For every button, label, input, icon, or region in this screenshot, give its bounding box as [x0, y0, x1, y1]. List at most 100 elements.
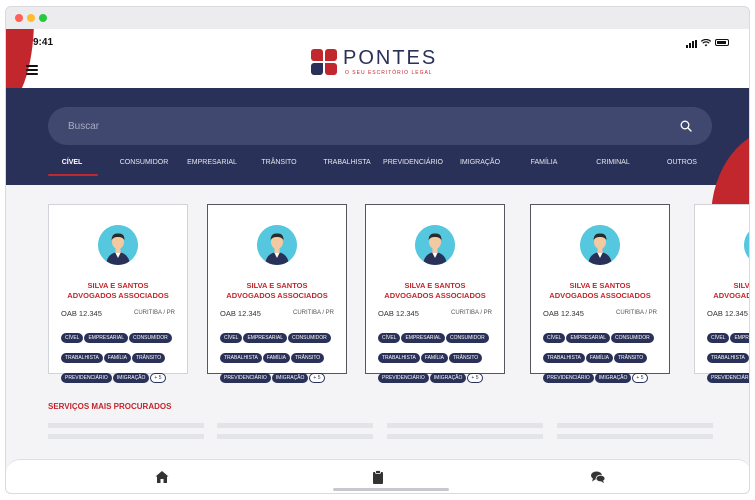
hamburger-menu-icon[interactable]: [26, 65, 38, 75]
lawyer-avatar-icon: [744, 225, 749, 265]
specialty-tag: TRÂNSITO: [291, 353, 325, 363]
lawyer-city: CURITIBA / PR: [450, 310, 492, 316]
specialty-tag: EMPRESARIAL: [566, 333, 611, 343]
specialty-tag: TRÂNSITO: [132, 353, 166, 363]
specialty-tags: CÍVELEMPRESARIALCONSUMIDORTRABALHISTAFAM…: [378, 326, 498, 386]
brand-name: PONTES: [343, 47, 438, 69]
maximize-window-button[interactable]: [39, 14, 47, 22]
tab-outros[interactable]: OUTROS: [667, 159, 697, 166]
skeleton-placeholder: [217, 434, 373, 439]
app-screen: 9:41 PONTES O SEU ESCRITÓRIO LEGAL Busca…: [6, 29, 750, 493]
specialty-tag: IMIGRAÇÃO: [271, 373, 309, 383]
tab-imigracao[interactable]: IMIGRAÇÃO: [460, 159, 500, 166]
window-titlebar: [6, 7, 749, 29]
lawyer-avatar-icon: [415, 225, 455, 265]
lawyer-oab: OAB 12.345: [543, 309, 584, 318]
lawyer-name-line2: ADVOGADOS ASSOCIADOS: [384, 291, 486, 300]
specialty-tag: EMPRESARIAL: [730, 333, 749, 343]
lawyer-avatar-icon: [580, 225, 620, 265]
skeleton-placeholder: [48, 423, 204, 428]
specialty-tag: FAMÍLIA: [585, 353, 613, 363]
specialty-tag: TRABALHISTA: [61, 353, 103, 363]
lawyer-name-line1: SILVA E SANTOS: [246, 281, 308, 290]
specialty-tag: CÍVEL: [61, 333, 84, 343]
specialty-tag: TRÂNSITO: [614, 353, 648, 363]
lawyer-card[interactable]: SILVA E SANTOSADVOGADOS ASSOCIADOS OAB 12…: [207, 204, 347, 383]
specialty-tag: CÍVEL: [707, 333, 730, 343]
lawyer-name-line1: SILVA E SANTOS: [569, 281, 631, 290]
specialty-tags: CÍVELEMPRESARIALCONSUMIDORTRABALHISTAFAM…: [543, 326, 663, 386]
lawyer-card[interactable]: SILVA E SANTOSADVOGADOS ASSOCIADOS OAB 12…: [365, 204, 505, 383]
specialty-tag: IMIGRAÇÃO: [112, 373, 150, 383]
lawyer-name-line2: ADVOGADOS ASSOCIADOS: [713, 291, 749, 300]
close-window-button[interactable]: [15, 14, 23, 22]
skeleton-placeholder: [48, 434, 204, 439]
lawyer-card[interactable]: SILVA E SANTOSADVOGADOS ASSOCIADOS OAB 12…: [530, 204, 670, 383]
lawyer-card[interactable]: SILVA E SANTOSADVOGADOS ASSOCIADOS OAB 12…: [694, 204, 750, 383]
lawyer-oab: OAB 12.345: [220, 309, 261, 318]
specialty-tag: TRABALHISTA: [707, 353, 749, 363]
lawyer-cards-carousel: SILVA E SANTOS ADVOGADOS ASSOCIADOS OAB 12…: [6, 204, 750, 383]
lawyer-oab: OAB 12.345: [707, 309, 748, 318]
status-icons: [685, 37, 729, 48]
specialty-tags: CÍVELEMPRESARIALCONSUMIDORTRABALHISTAFAM…: [707, 326, 749, 386]
more-tags-badge[interactable]: + 5: [632, 373, 648, 383]
lawyer-avatar-icon: [98, 225, 138, 265]
specialty-tag: IMIGRAÇÃO: [429, 373, 467, 383]
status-time: 9:41: [33, 37, 54, 48]
skeleton-placeholder: [387, 434, 543, 439]
lawyer-oab: OAB 12.345: [378, 309, 419, 318]
signal-icon: [685, 38, 698, 48]
brand-logo[interactable]: PONTES O SEU ESCRITÓRIO LEGAL: [311, 47, 456, 77]
lawyer-oab: OAB 12.345: [61, 309, 102, 318]
app-window: 9:41 PONTES O SEU ESCRITÓRIO LEGAL Busca…: [5, 6, 750, 494]
tab-familia[interactable]: FAMÍLIA: [531, 159, 558, 166]
skeleton-placeholder: [557, 423, 713, 428]
lawyer-city: CURITIBA / PR: [292, 310, 334, 316]
specialty-tag: TRÂNSITO: [449, 353, 483, 363]
more-tags-badge[interactable]: + 5: [150, 373, 166, 383]
lawyer-city: CURITIBA / PR: [133, 310, 175, 316]
specialty-tag: CONSUMIDOR: [446, 333, 489, 343]
chat-icon[interactable]: [590, 469, 606, 485]
search-bar[interactable]: [48, 107, 712, 145]
app-header: 9:41 PONTES O SEU ESCRITÓRIO LEGAL: [6, 29, 749, 109]
specialty-tag: TRABALHISTA: [543, 353, 585, 363]
search-icon[interactable]: [680, 120, 692, 132]
more-tags-badge[interactable]: + 5: [467, 373, 483, 383]
specialty-tag: CONSUMIDOR: [129, 333, 172, 343]
lawyer-name-line2: ADVOGADOS ASSOCIADOS: [226, 291, 328, 300]
wifi-icon: [701, 38, 712, 47]
tab-trabalhista[interactable]: TRABALHISTA: [323, 159, 370, 166]
tab-transito[interactable]: TRÂNSITO: [261, 159, 296, 166]
category-tabs: CÍVEL CONSUMIDOR EMPRESARIAL TRÂNSITO TR…: [6, 159, 749, 179]
more-tags-badge[interactable]: + 5: [309, 373, 325, 383]
specialty-tag: TRABALHISTA: [220, 353, 262, 363]
lawyer-name-line1: SILVA E SANTOS: [733, 281, 750, 290]
specialty-tag: FAMÍLIA: [103, 353, 131, 363]
specialty-tag: FAMÍLIA: [262, 353, 290, 363]
lawyer-card[interactable]: SILVA E SANTOSADVOGADOS ASSOCIADOS OAB 12…: [48, 204, 188, 383]
specialty-tag: CONSUMIDOR: [611, 333, 654, 343]
lawyer-city: CURITIBA / PR: [615, 310, 657, 316]
search-banner: CÍVEL CONSUMIDOR EMPRESARIAL TRÂNSITO TR…: [6, 88, 749, 218]
lawyer-avatar-icon: [257, 225, 297, 265]
section-title: SERVIÇOS MAIS PROCURADOS: [48, 402, 172, 411]
tab-empresarial[interactable]: EMPRESARIAL: [187, 159, 237, 166]
lawyer-name: SILVA E SANTOSADVOGADOS ASSOCIADOS: [49, 281, 187, 301]
lawyer-name: SILVA E SANTOSADVOGADOS ASSOCIADOS: [531, 281, 669, 301]
specialty-tag: CONSUMIDOR: [288, 333, 331, 343]
specialty-tags: CÍVELEMPRESARIALCONSUMIDORTRABALHISTAFAM…: [61, 326, 181, 386]
tab-civel[interactable]: CÍVEL: [62, 159, 83, 166]
search-input[interactable]: [68, 118, 648, 134]
tab-criminal[interactable]: CRIMINAL: [596, 159, 629, 166]
lawyer-name-line1: SILVA E SANTOS: [87, 281, 149, 290]
tab-consumidor[interactable]: CONSUMIDOR: [120, 159, 169, 166]
home-icon[interactable]: [154, 469, 170, 485]
tab-previdenciario[interactable]: PREVIDENCIÁRIO: [383, 159, 443, 166]
clipboard-icon[interactable]: [370, 469, 386, 485]
skeleton-placeholder: [387, 423, 543, 428]
specialty-tag: PREVIDENCIÁRIO: [707, 373, 749, 383]
minimize-window-button[interactable]: [27, 14, 35, 22]
specialty-tag: IMIGRAÇÃO: [594, 373, 632, 383]
